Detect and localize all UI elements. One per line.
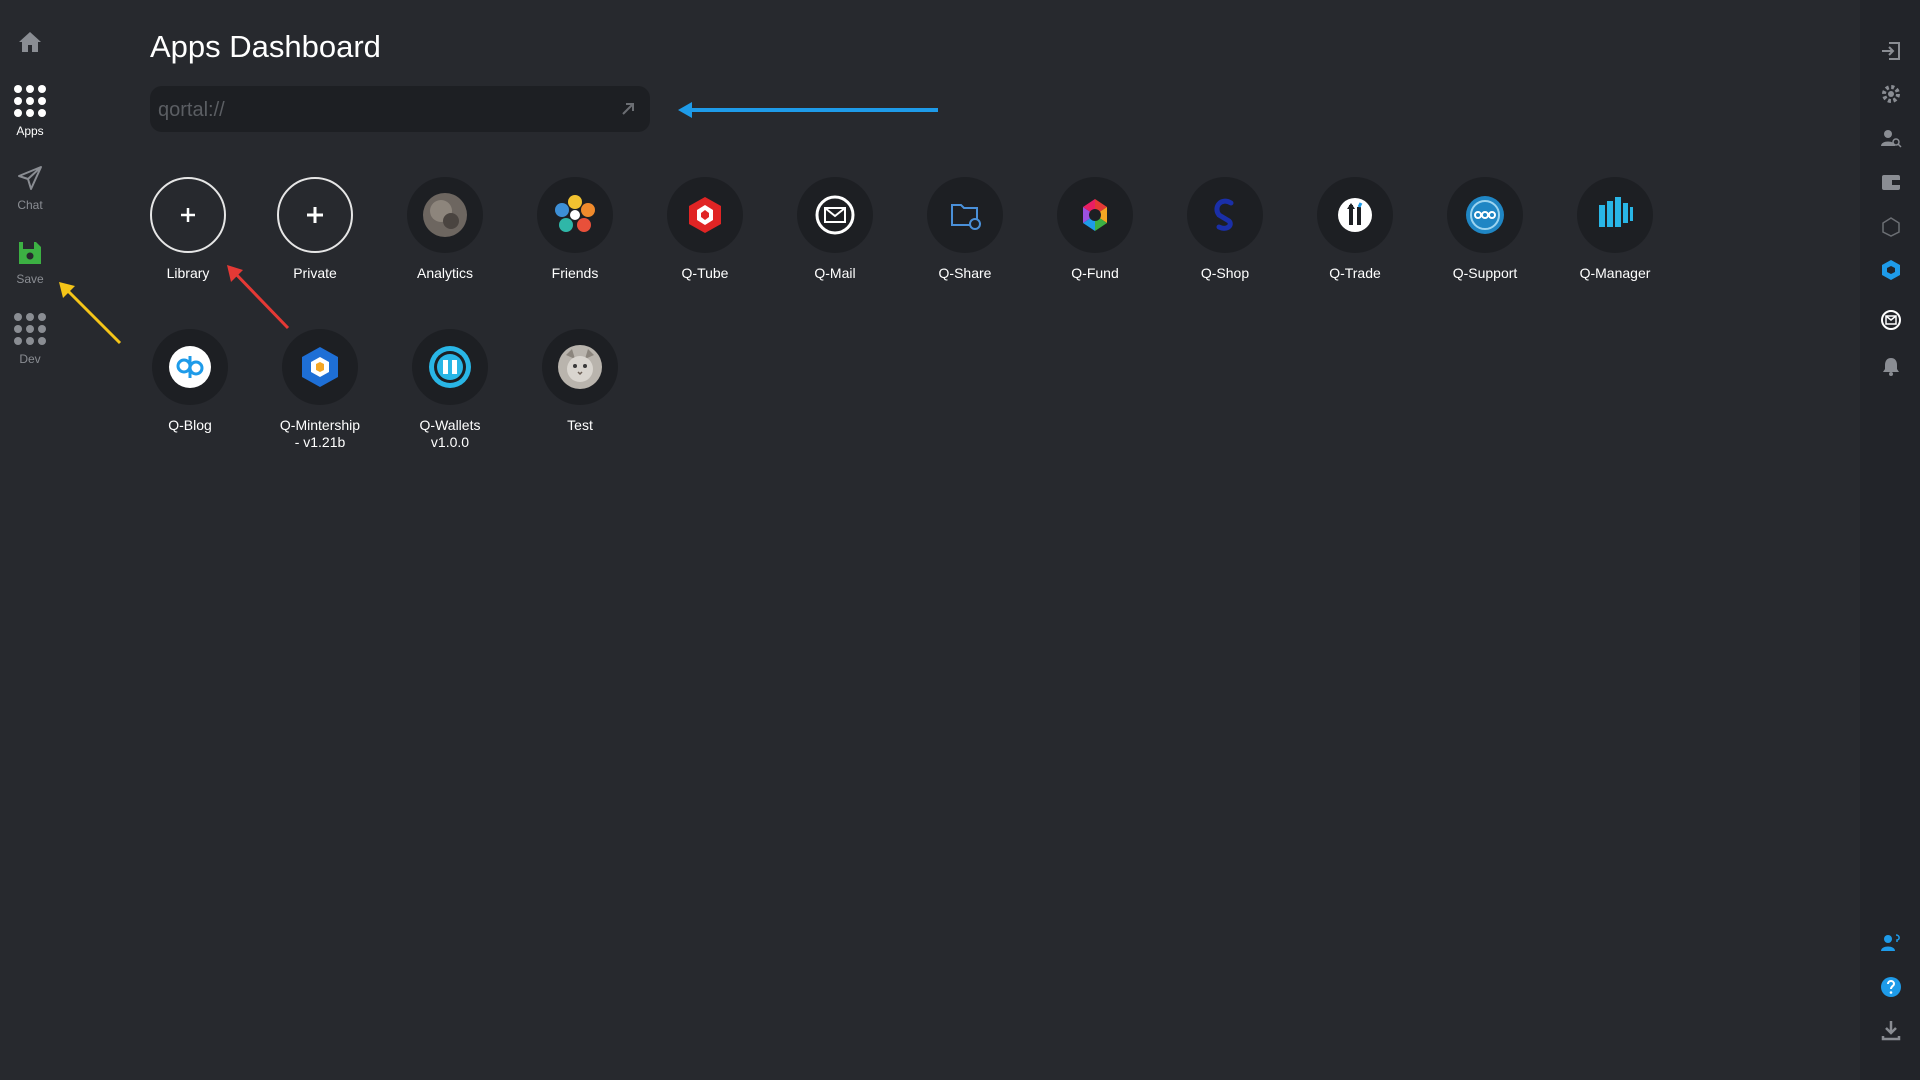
sidebar-item-label: Chat [17,198,43,212]
arrow-up-right-icon[interactable] [618,99,638,119]
save-icon [19,242,41,264]
app-friends[interactable]: Friends [510,177,640,282]
q-tube-icon [689,197,721,233]
right-sidebar [1860,0,1920,1080]
q-wallets-icon [429,346,471,388]
q-support-icon [1466,196,1504,234]
logout-icon[interactable] [1880,40,1902,62]
download-icon[interactable] [1880,1019,1902,1041]
dev-grid-icon [14,313,46,345]
friends-icon [555,195,595,232]
q-shop-icon [1214,198,1234,231]
apps-grid-icon [14,85,46,117]
app-q-blog[interactable]: Q-Blog [125,329,255,434]
q-fund-icon [1083,199,1107,231]
send-icon [18,166,42,190]
cat-avatar-icon [558,345,602,389]
app-test[interactable]: Test [515,329,645,434]
sidebar-item-apps[interactable]: Apps [0,84,60,138]
bell-icon[interactable] [1880,355,1902,377]
sidebar-item-label: Dev [19,352,41,366]
app-library-circle [150,177,226,253]
gear-icon[interactable] [1880,83,1902,105]
sidebar-item-home[interactable] [0,30,60,60]
help-icon[interactable] [1880,976,1902,998]
plus-icon [307,207,323,223]
app-q-tube[interactable]: Q-Tube [640,177,770,282]
q-share-icon [951,204,981,230]
url-bar [150,86,650,134]
app-q-wallets[interactable]: Q-Wallets v1.0.0 [385,329,515,451]
app-q-fund[interactable]: Q-Fund [1030,177,1160,282]
app-q-mail[interactable]: Q-Mail [770,177,900,282]
sidebar-item-save[interactable]: Save [0,240,60,286]
plus-icon [181,208,195,222]
qortal-url-input[interactable] [156,86,600,134]
page-title: Apps Dashboard [150,29,381,64]
sidebar-item-dev[interactable]: Dev [0,312,60,366]
q-mail-icon [815,195,855,235]
sidebar-item-label: Save [16,272,44,286]
app-private-circle [277,177,353,253]
q-mintership-icon[interactable] [1880,259,1902,281]
yellow-annotation-arrow [59,282,122,345]
home-outline-icon[interactable] [1880,216,1902,238]
q-manager-icon [1599,197,1633,227]
left-sidebar: Apps Chat Save Dev [0,0,60,1080]
app-private[interactable]: Private [250,177,380,282]
user-search-icon[interactable] [1880,127,1902,149]
app-q-trade[interactable]: Q-Trade [1290,177,1420,282]
app-q-share[interactable]: Q-Share [900,177,1030,282]
user-help-icon[interactable] [1880,932,1902,954]
q-blog-icon [169,346,211,388]
app-q-manager[interactable]: Q-Manager [1550,177,1680,282]
blue-annotation-arrow [678,102,938,118]
app-analytics[interactable]: Analytics [380,177,510,282]
analytics-avatar-icon [423,193,467,237]
wallet-icon[interactable] [1880,171,1902,193]
app-q-mintership[interactable]: Q-Mintership - v1.21b [255,329,385,451]
sidebar-item-label: Apps [16,124,44,138]
app-q-shop[interactable]: Q-Shop [1160,177,1290,282]
q-trade-icon [1338,198,1372,232]
sidebar-item-chat[interactable]: Chat [0,164,60,212]
home-icon [19,32,41,52]
q-mail-icon[interactable] [1880,309,1902,331]
app-library[interactable]: Library [123,177,253,282]
q-mintership-icon [302,347,338,387]
app-q-support[interactable]: Q-Support [1420,177,1550,282]
